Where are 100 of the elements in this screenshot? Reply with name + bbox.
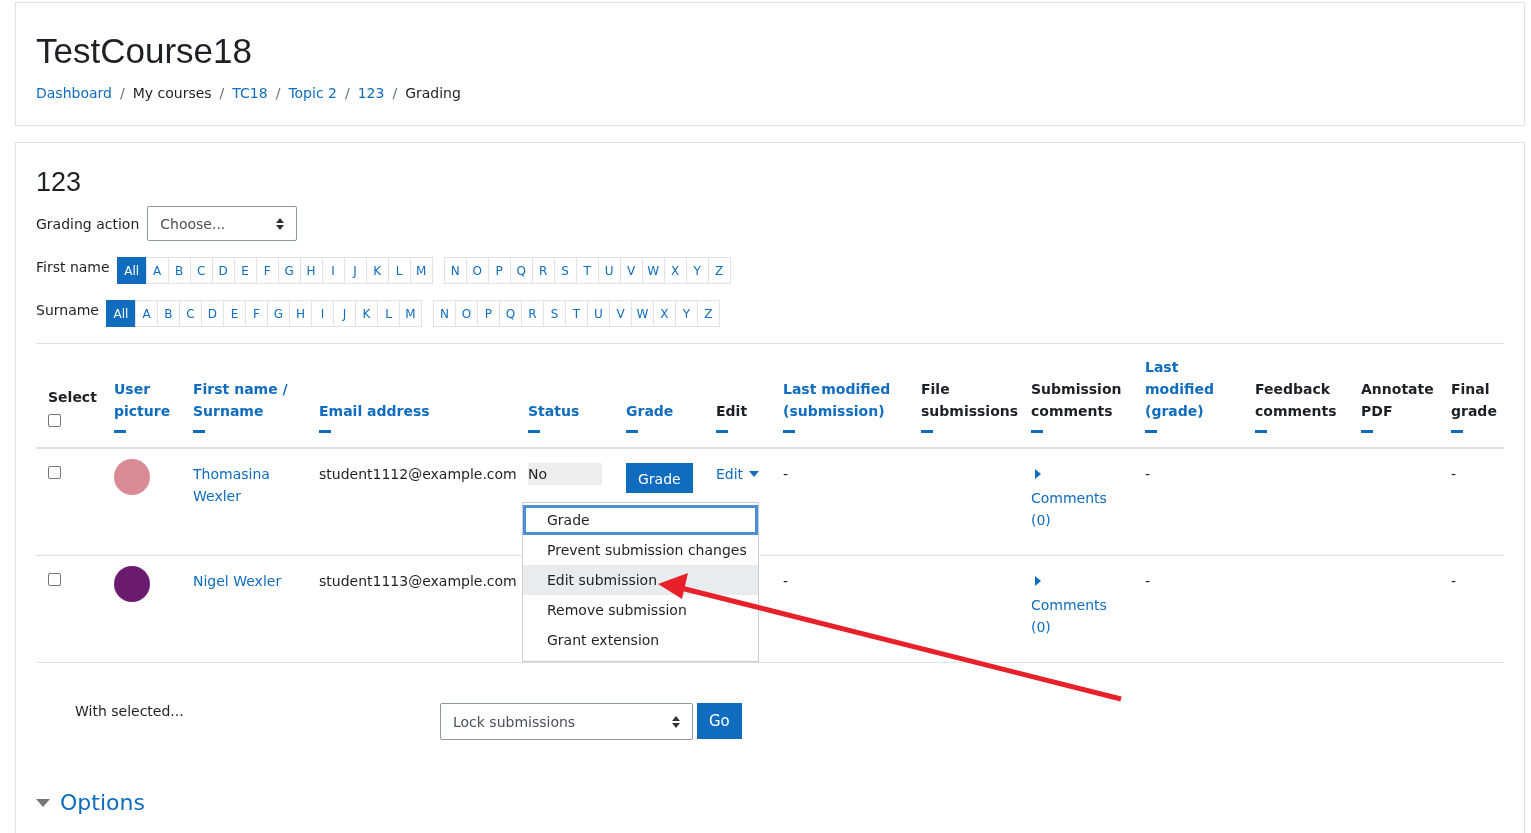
- bulk-action-select[interactable]: Lock submissions: [440, 703, 693, 740]
- minus-icon[interactable]: [626, 430, 638, 433]
- letter-filter-button[interactable]: Y: [675, 300, 698, 327]
- grade-button[interactable]: Grade: [626, 463, 693, 493]
- letter-filter-button[interactable]: F: [255, 257, 279, 284]
- letter-filter-button[interactable]: C: [179, 300, 202, 327]
- letter-filter-button[interactable]: Q: [499, 300, 522, 327]
- letter-filter-button[interactable]: N: [433, 300, 456, 327]
- menu-item[interactable]: Edit submission: [523, 565, 758, 595]
- letter-filter-button[interactable]: N: [443, 257, 467, 284]
- letter-filter-button[interactable]: G: [267, 300, 290, 327]
- minus-icon[interactable]: [1451, 430, 1463, 433]
- minus-icon[interactable]: [1145, 430, 1157, 433]
- menu-item[interactable]: Grade: [523, 505, 758, 535]
- letter-filter-button[interactable]: W: [631, 300, 654, 327]
- letter-filter-button[interactable]: A: [145, 257, 169, 284]
- edit-menu-link[interactable]: Edit: [716, 463, 760, 485]
- minus-icon[interactable]: [921, 430, 933, 433]
- letter-filter-button[interactable]: M: [409, 257, 433, 284]
- letter-filter-button[interactable]: D: [201, 300, 224, 327]
- letter-filter-button[interactable]: L: [377, 300, 400, 327]
- letter-filter-button[interactable]: U: [587, 300, 610, 327]
- expand-arrow-icon[interactable]: [1035, 469, 1041, 479]
- letter-filter-button[interactable]: E: [223, 300, 246, 327]
- column-header[interactable]: Status: [528, 400, 610, 422]
- column-header[interactable]: Grade: [626, 400, 700, 422]
- minus-icon[interactable]: [716, 430, 728, 433]
- letter-filter-button[interactable]: X: [653, 300, 676, 327]
- letter-filter-button[interactable]: S: [553, 257, 577, 284]
- letter-filter-button[interactable]: C: [189, 257, 213, 284]
- letter-filter-button[interactable]: A: [135, 300, 158, 327]
- breadcrumb-separator: /: [392, 85, 398, 101]
- breadcrumb-link[interactable]: 123: [357, 85, 385, 101]
- column-header[interactable]: Email address: [319, 400, 512, 422]
- letter-filter-button[interactable]: E: [233, 257, 257, 284]
- minus-icon[interactable]: [783, 430, 795, 433]
- breadcrumb-link[interactable]: Dashboard: [36, 85, 112, 101]
- assignment-title: 123: [36, 167, 83, 198]
- letter-filter-button[interactable]: K: [355, 300, 378, 327]
- letter-filter-button[interactable]: S: [543, 300, 566, 327]
- breadcrumb-link[interactable]: Topic 2: [288, 85, 337, 101]
- letter-filter-button[interactable]: O: [465, 257, 489, 284]
- column-header: Final grade: [1451, 380, 1498, 421]
- letter-filter-button[interactable]: Y: [685, 257, 709, 284]
- minus-icon[interactable]: [1255, 430, 1267, 433]
- letter-filter-button[interactable]: F: [245, 300, 268, 327]
- minus-icon[interactable]: [114, 430, 126, 433]
- row-checkbox[interactable]: [48, 573, 61, 586]
- minus-icon[interactable]: [1031, 430, 1043, 433]
- letter-filter-button[interactable]: I: [321, 257, 345, 284]
- user-name-link[interactable]: Nigel Wexler: [193, 570, 303, 592]
- letter-filter-button[interactable]: H: [299, 257, 323, 284]
- breadcrumb-link[interactable]: TC18: [232, 85, 268, 101]
- letter-filter-button[interactable]: X: [663, 257, 687, 284]
- letter-filter-button[interactable]: J: [343, 257, 367, 284]
- letter-filter-button[interactable]: Z: [707, 257, 731, 284]
- row-checkbox[interactable]: [48, 466, 61, 479]
- grading-action-select[interactable]: Choose...: [147, 206, 298, 241]
- letter-filter-button[interactable]: W: [641, 257, 665, 284]
- letter-filter-button[interactable]: D: [211, 257, 235, 284]
- go-button[interactable]: Go: [697, 703, 742, 739]
- letter-filter-button[interactable]: B: [167, 257, 191, 284]
- letter-filter-button[interactable]: All: [116, 257, 147, 284]
- email-text: student1112@example.com: [319, 466, 517, 482]
- letter-filter-button[interactable]: P: [477, 300, 500, 327]
- minus-icon[interactable]: [528, 430, 540, 433]
- user-name-link[interactable]: Thomasina Wexler: [193, 463, 303, 507]
- expand-arrow-icon[interactable]: [1035, 576, 1041, 586]
- letter-filter-button[interactable]: Z: [697, 300, 720, 327]
- letter-filter-button[interactable]: V: [609, 300, 632, 327]
- letter-filter-button[interactable]: J: [333, 300, 356, 327]
- letter-filter-button[interactable]: I: [311, 300, 334, 327]
- letter-filter-button[interactable]: T: [565, 300, 588, 327]
- letter-filter-button[interactable]: K: [365, 257, 389, 284]
- letter-filter-button[interactable]: R: [521, 300, 544, 327]
- letter-filter-button[interactable]: O: [455, 300, 478, 327]
- letter-filter-button[interactable]: H: [289, 300, 312, 327]
- column-header[interactable]: First name / Surname: [193, 378, 303, 422]
- letter-filter-button[interactable]: B: [157, 300, 180, 327]
- letter-filter-button[interactable]: Q: [509, 257, 533, 284]
- column-header[interactable]: Last modified (grade): [1145, 356, 1239, 422]
- column-header[interactable]: Last modified (submission): [783, 378, 905, 422]
- options-section-toggle[interactable]: Options: [60, 790, 145, 815]
- letter-filter-button[interactable]: L: [387, 257, 411, 284]
- letter-filter-button[interactable]: G: [277, 257, 301, 284]
- minus-icon[interactable]: [193, 430, 205, 433]
- letter-filter-button[interactable]: V: [619, 257, 643, 284]
- minus-icon[interactable]: [319, 430, 331, 433]
- letter-filter-button[interactable]: R: [531, 257, 555, 284]
- letter-filter-button[interactable]: U: [597, 257, 621, 284]
- collapse-caret-icon[interactable]: [36, 798, 50, 807]
- letter-filter-button[interactable]: All: [106, 300, 136, 327]
- letter-filter-button[interactable]: P: [487, 257, 511, 284]
- column-header[interactable]: User picture: [114, 378, 177, 422]
- comments-link[interactable]: Comments (0): [1031, 487, 1111, 531]
- letter-filter-button[interactable]: M: [399, 300, 422, 327]
- letter-filter-button[interactable]: T: [575, 257, 599, 284]
- comments-link[interactable]: Comments (0): [1031, 594, 1111, 638]
- select-all-checkbox[interactable]: [48, 414, 61, 427]
- minus-icon[interactable]: [1361, 430, 1373, 433]
